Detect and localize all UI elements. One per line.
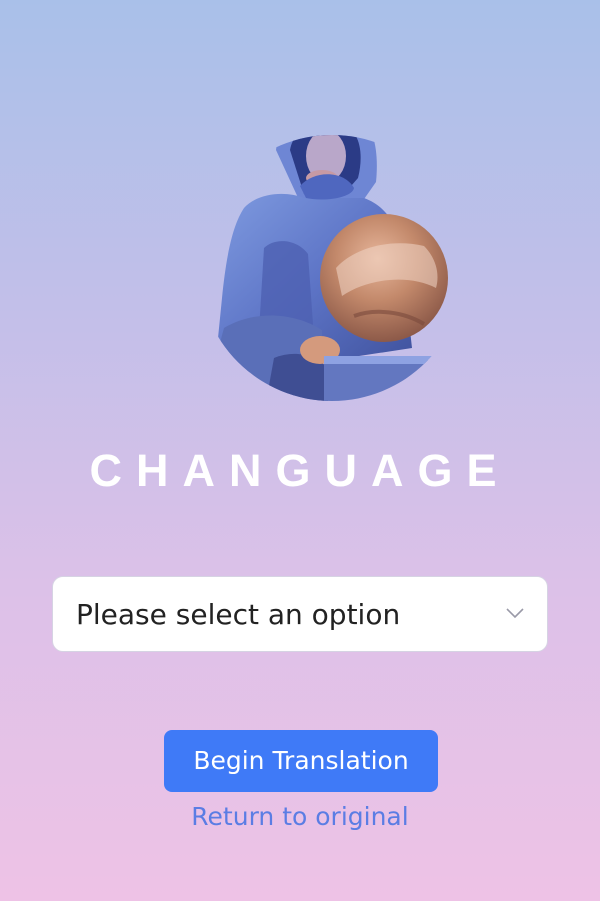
return-to-original-link[interactable]: Return to original <box>0 800 600 834</box>
chevron-down-icon <box>506 608 524 619</box>
language-select[interactable]: Please select an option <box>52 576 548 652</box>
app-title: CHANGUAGE <box>89 445 511 496</box>
statue-logo <box>204 135 452 401</box>
language-select-value: Please select an option <box>76 598 401 631</box>
app-screen: CHANGUAGE Please select an option Begin … <box>0 0 600 901</box>
begin-translation-button[interactable]: Begin Translation <box>164 730 438 792</box>
